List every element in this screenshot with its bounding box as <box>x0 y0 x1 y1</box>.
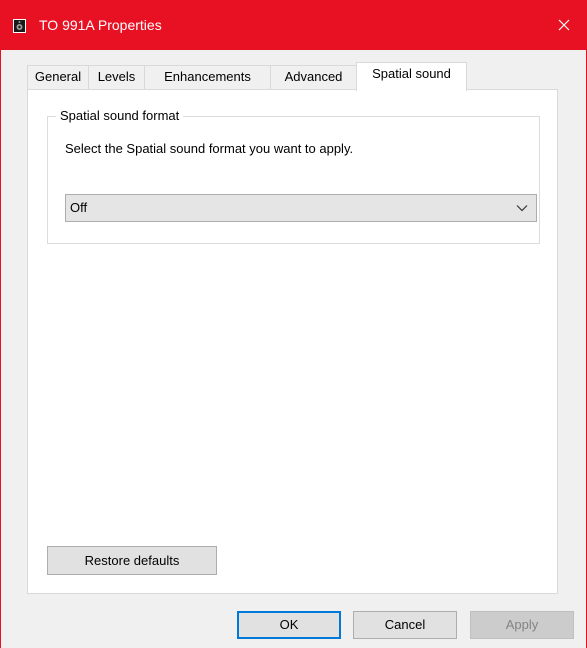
select-value: Off <box>70 200 88 215</box>
properties-dialog: TO 991A Properties General Levels Enhanc… <box>0 0 587 648</box>
title-bar[interactable]: TO 991A Properties <box>0 0 587 50</box>
ok-button[interactable]: OK <box>237 611 341 639</box>
spatial-format-select[interactable]: Off <box>65 194 537 222</box>
tab-spatial-sound[interactable]: Spatial sound <box>356 62 467 91</box>
tab-panel-spatial-sound: Spatial sound format Select the Spatial … <box>27 89 558 594</box>
restore-defaults-button[interactable]: Restore defaults <box>47 546 217 575</box>
group-description: Select the Spatial sound format you want… <box>65 141 354 156</box>
window-title: TO 991A Properties <box>39 17 162 33</box>
group-label: Spatial sound format <box>56 107 184 125</box>
close-button[interactable] <box>541 0 587 50</box>
tab-enhancements[interactable]: Enhancements <box>144 65 271 90</box>
spatial-format-group: Spatial sound format Select the Spatial … <box>47 107 540 244</box>
apply-button[interactable]: Apply <box>470 611 574 639</box>
tab-levels[interactable]: Levels <box>88 65 145 90</box>
tab-advanced[interactable]: Advanced <box>270 65 357 90</box>
chevron-down-icon <box>516 205 528 212</box>
close-icon <box>558 19 570 31</box>
speaker-icon <box>13 19 26 33</box>
cancel-button[interactable]: Cancel <box>353 611 457 639</box>
tab-general[interactable]: General <box>27 65 89 90</box>
